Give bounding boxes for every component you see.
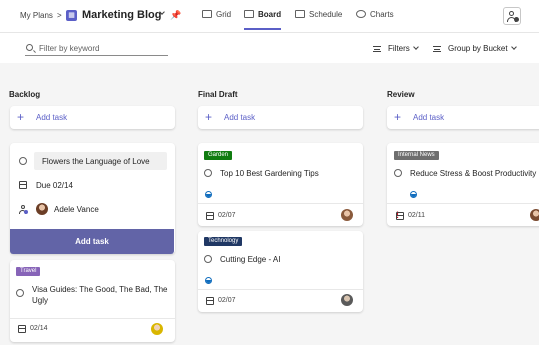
complete-circle-icon[interactable] bbox=[204, 255, 212, 263]
progress-icon bbox=[205, 191, 212, 198]
breadcrumb-separator-icon: > bbox=[57, 11, 62, 20]
bucket-title-review[interactable]: Review bbox=[387, 90, 415, 99]
add-task-label: Add task bbox=[413, 113, 445, 122]
label-tag: Technology bbox=[204, 237, 243, 246]
calendar-icon bbox=[18, 325, 26, 333]
avatar[interactable] bbox=[341, 294, 353, 306]
due-date: 02/07 bbox=[218, 212, 236, 219]
due-date: 02/14 bbox=[30, 325, 48, 332]
task-title-input[interactable]: Flowers the Language of Love bbox=[34, 152, 167, 170]
tab-grid[interactable]: Grid bbox=[202, 10, 231, 19]
tab-board-label: Board bbox=[258, 10, 282, 19]
search-input[interactable]: Filter by keyword bbox=[25, 43, 168, 56]
group-by-button[interactable]: Group by Bucket bbox=[448, 44, 517, 53]
add-task-label: Add task bbox=[36, 113, 68, 122]
charts-icon bbox=[356, 10, 366, 18]
pin-icon[interactable]: 📌 bbox=[170, 10, 181, 21]
plus-icon: + bbox=[394, 110, 402, 124]
tab-schedule-label: Schedule bbox=[309, 10, 343, 19]
filters-label: Filters bbox=[388, 44, 410, 53]
breadcrumb-my-plans[interactable]: My Plans bbox=[20, 11, 53, 20]
assign-icon bbox=[19, 205, 28, 214]
calendar-icon bbox=[396, 212, 404, 220]
tab-grid-label: Grid bbox=[216, 10, 232, 19]
plan-members-button[interactable] bbox=[503, 7, 521, 25]
add-task-submit-button[interactable]: Add task bbox=[10, 229, 174, 254]
label-tag: Garden bbox=[204, 151, 233, 160]
task-title-value: Flowers the Language of Love bbox=[42, 157, 150, 166]
group-by-label: Group by Bucket bbox=[448, 44, 508, 53]
board-icon bbox=[244, 10, 254, 18]
complete-circle-icon[interactable] bbox=[16, 289, 24, 297]
card-divider bbox=[387, 203, 539, 204]
add-task-label: Add task bbox=[224, 113, 256, 122]
task-title: Visa Guides: The Good, The Bad, The Ugly bbox=[32, 285, 168, 305]
progress-icon bbox=[410, 191, 417, 198]
plan-title[interactable]: Marketing Blog bbox=[82, 9, 161, 21]
schedule-icon bbox=[295, 10, 305, 18]
label-tag: Travel bbox=[16, 267, 41, 276]
plus-icon: + bbox=[205, 110, 213, 124]
person-icon bbox=[509, 11, 514, 16]
chevron-down-icon bbox=[412, 44, 419, 50]
chevron-down-icon[interactable] bbox=[156, 9, 165, 18]
avatar[interactable] bbox=[341, 209, 353, 221]
assignee-name[interactable]: Adele Vance bbox=[54, 205, 99, 214]
grid-icon bbox=[202, 10, 212, 18]
chevron-down-icon bbox=[510, 44, 517, 50]
active-tab-indicator bbox=[244, 28, 281, 30]
due-date: 02/07 bbox=[218, 297, 236, 304]
label-tag: Internal News bbox=[394, 151, 439, 160]
card-divider bbox=[10, 318, 175, 319]
task-title: Reduce Stress & Boost Productivity bbox=[410, 169, 537, 178]
group-icon bbox=[433, 46, 441, 52]
due-date: 02/11 bbox=[408, 212, 425, 219]
avatar[interactable] bbox=[151, 323, 163, 335]
add-task-button[interactable]: + Add task bbox=[10, 106, 175, 129]
task-title: Cutting Edge - AI bbox=[220, 255, 281, 264]
tab-charts-label: Charts bbox=[370, 10, 394, 19]
card-divider bbox=[198, 289, 363, 290]
task-title: Top 10 Best Gardening Tips bbox=[220, 169, 319, 178]
add-task-button[interactable]: + Add task bbox=[198, 106, 363, 129]
tab-schedule[interactable]: Schedule bbox=[295, 10, 342, 19]
bucket-title-final-draft[interactable]: Final Draft bbox=[198, 90, 238, 99]
avatar[interactable] bbox=[530, 209, 539, 221]
due-date-picker[interactable]: Due 02/14 bbox=[36, 181, 73, 190]
complete-circle-icon[interactable] bbox=[204, 169, 212, 177]
complete-circle-icon[interactable] bbox=[19, 157, 27, 165]
bucket-title-backlog[interactable]: Backlog bbox=[9, 90, 40, 99]
tab-charts[interactable]: Charts bbox=[356, 10, 394, 19]
plus-icon: + bbox=[17, 110, 25, 124]
plan-icon: ▦ bbox=[66, 10, 77, 21]
search-icon bbox=[26, 44, 33, 51]
add-task-button[interactable]: + Add task bbox=[387, 106, 539, 129]
search-placeholder: Filter by keyword bbox=[39, 44, 100, 53]
calendar-icon bbox=[206, 212, 214, 220]
tab-board[interactable]: Board bbox=[244, 10, 281, 19]
progress-icon bbox=[205, 277, 212, 284]
avatar bbox=[36, 203, 48, 215]
card-divider bbox=[198, 203, 363, 204]
complete-circle-icon[interactable] bbox=[394, 169, 402, 177]
filters-button[interactable]: Filters bbox=[388, 44, 419, 53]
filter-icon bbox=[373, 46, 381, 52]
calendar-icon bbox=[19, 181, 27, 189]
calendar-icon bbox=[206, 297, 214, 305]
planner-app: My Plans > ▦ Marketing Blog 📌 Grid Board… bbox=[0, 0, 539, 345]
